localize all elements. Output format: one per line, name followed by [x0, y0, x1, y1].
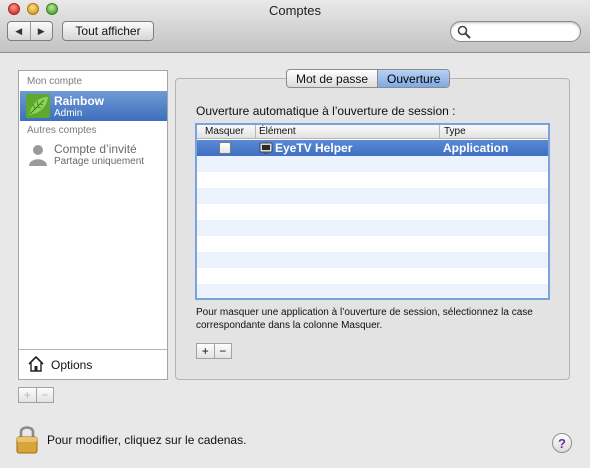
options-label: Options [51, 358, 93, 372]
sidebar-item-guest[interactable]: Compte d’invité Partage uniquement [20, 139, 167, 169]
item-type: Application [443, 141, 509, 155]
column-divider [255, 125, 256, 139]
lock-message: Pour modifier, cliquez sur le cadenas. [47, 433, 247, 447]
house-icon [28, 356, 44, 372]
account-name: Rainbow [54, 94, 104, 108]
forward-arrow-icon[interactable]: ▶ [31, 22, 53, 40]
empty-row [197, 172, 548, 188]
tab-password[interactable]: Mot de passe [287, 70, 377, 87]
other-accounts-header: Autres comptes [27, 125, 97, 136]
empty-row [197, 236, 548, 252]
hide-checkbox[interactable] [219, 142, 231, 154]
account-role: Admin [54, 108, 83, 119]
guest-silhouette-icon [29, 145, 47, 166]
add-account-button[interactable]: + [19, 388, 37, 402]
show-all-button[interactable]: Tout afficher [62, 21, 154, 41]
tab-login-items[interactable]: Ouverture [377, 70, 450, 87]
lock-icon[interactable] [15, 424, 39, 454]
login-options-item[interactable]: Options [19, 349, 167, 379]
empty-row [197, 156, 548, 172]
account-name: Compte d’invité [54, 142, 137, 156]
window-title: Comptes [268, 3, 322, 18]
column-header-type[interactable]: Type [444, 126, 466, 137]
empty-row [197, 188, 548, 204]
column-header-hide[interactable]: Masquer [205, 126, 244, 137]
tab-bar: Mot de passe Ouverture [286, 69, 451, 88]
column-divider [439, 125, 440, 139]
empty-row [197, 204, 548, 220]
empty-row [197, 252, 548, 268]
back-forward-control: ◀ ▶ [7, 21, 53, 41]
remove-login-item-button[interactable]: − [215, 344, 232, 358]
search-icon [457, 25, 471, 39]
sidebar-item-rainbow[interactable]: Rainbow Admin [20, 91, 167, 121]
leaf-avatar-icon [26, 94, 50, 118]
remove-account-button[interactable]: − [37, 388, 54, 402]
login-items-heading: Ouverture automatique à l’ouverture de s… [196, 104, 456, 118]
title-toolbar: Comptes ◀ ▶ Tout afficher [0, 0, 590, 53]
account-role: Partage uniquement [54, 156, 145, 167]
table-row[interactable]: EyeTV Helper Application [197, 140, 548, 156]
account-add-remove-buttons: + − [18, 387, 54, 403]
table-header: Masquer Élément Type [197, 125, 548, 139]
help-button[interactable]: ? [552, 433, 572, 453]
accounts-sidebar: Mon compte Rainbow Admin Autres comptes … [18, 70, 168, 380]
hide-instructions: Pour masquer une application à l’ouvertu… [196, 307, 533, 331]
login-items-table: Masquer Élément Type EyeTV Helper Applic… [195, 123, 550, 300]
back-arrow-icon[interactable]: ◀ [8, 22, 31, 40]
column-header-item[interactable]: Élément [259, 126, 296, 137]
item-name: EyeTV Helper [275, 141, 353, 155]
empty-row [197, 268, 548, 284]
add-login-item-button[interactable]: + [197, 344, 215, 358]
empty-row [197, 220, 548, 236]
empty-row [197, 284, 548, 298]
my-account-header: Mon compte [27, 76, 83, 87]
accounts-window: Comptes ◀ ▶ Tout afficher Mon compte Rai… [0, 0, 590, 468]
eyetv-app-icon [259, 142, 273, 154]
search-field[interactable] [450, 21, 581, 42]
login-item-add-remove-buttons: + − [196, 343, 232, 359]
